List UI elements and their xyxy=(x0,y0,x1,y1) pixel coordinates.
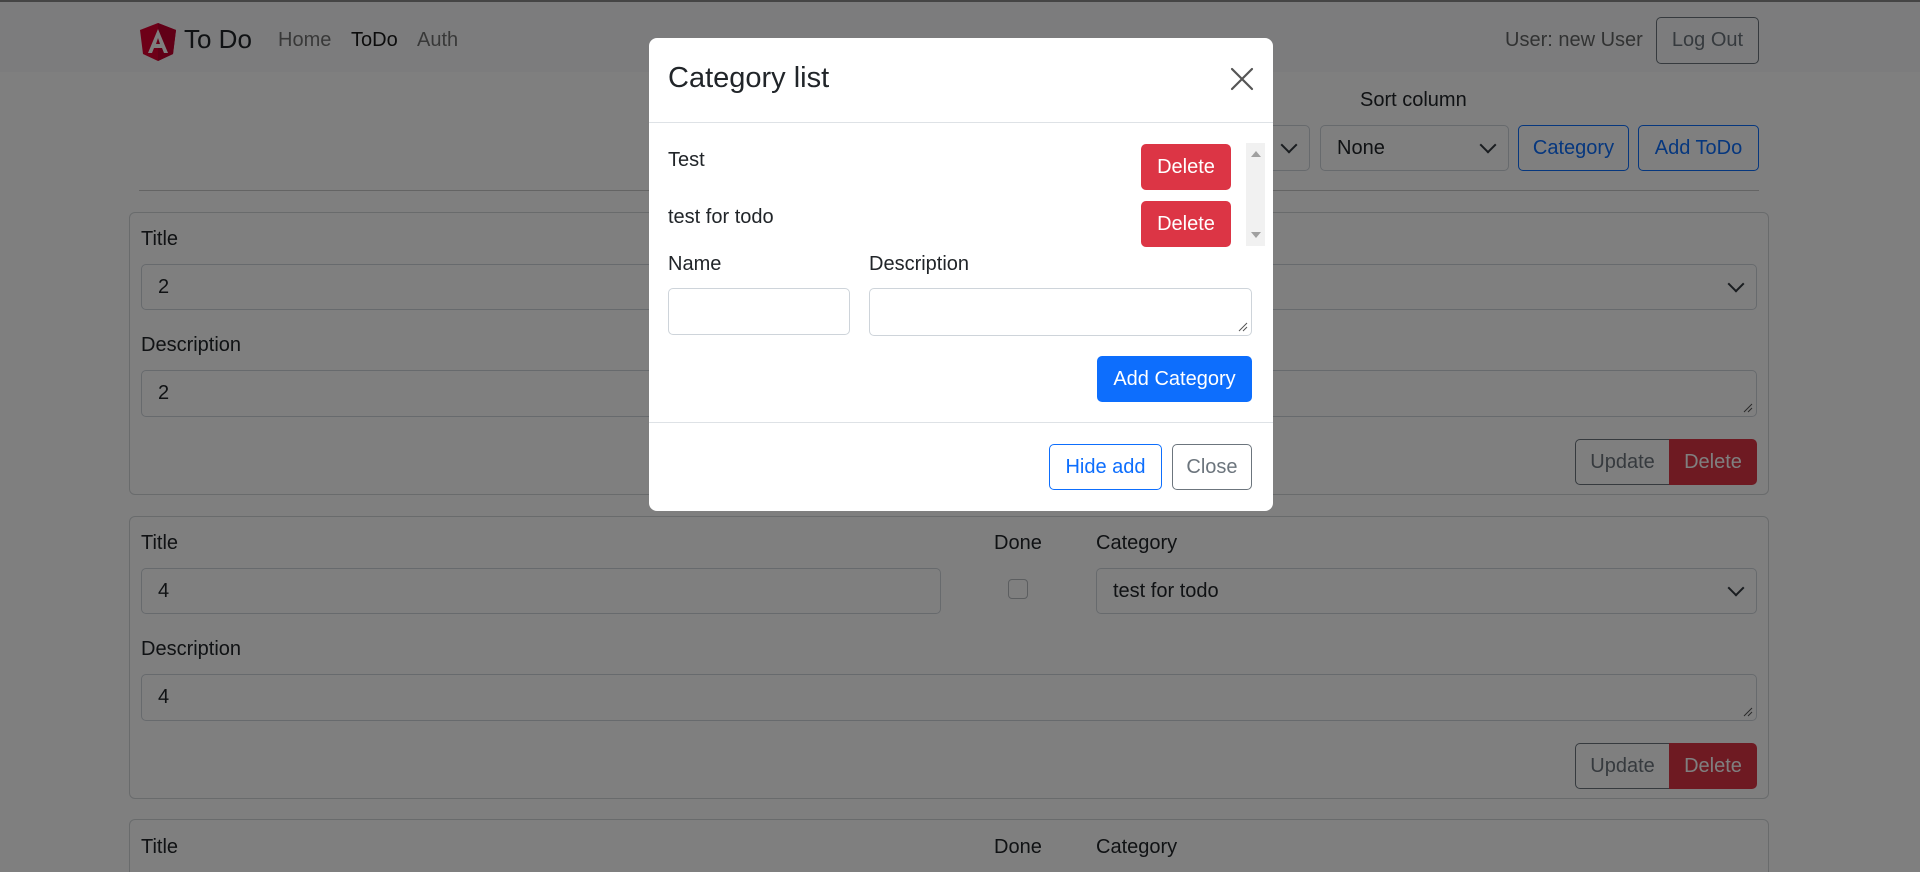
name-label: Name xyxy=(668,253,722,275)
hide-add-button[interactable]: Hide add xyxy=(1049,444,1162,490)
category-list-modal: Category list Test Delete test for todo … xyxy=(649,38,1273,511)
category-description-textarea[interactable] xyxy=(869,288,1252,336)
modal-footer-divider xyxy=(649,422,1273,423)
description-label: Description xyxy=(869,253,970,275)
category-name-input[interactable] xyxy=(668,288,850,335)
add-category-button[interactable]: Add Category xyxy=(1097,356,1252,402)
delete-category-button[interactable]: Delete xyxy=(1141,144,1231,190)
modal-title: Category list xyxy=(668,62,830,94)
close-button[interactable]: Close xyxy=(1172,444,1252,490)
close-icon[interactable] xyxy=(1229,66,1255,92)
category-name: Test xyxy=(668,149,705,171)
category-name: test for todo xyxy=(668,206,774,228)
resize-grip-icon[interactable] xyxy=(1238,322,1248,332)
scroll-down-icon[interactable] xyxy=(1251,232,1261,238)
modal-header-divider xyxy=(649,122,1273,123)
delete-category-button[interactable]: Delete xyxy=(1141,201,1231,247)
scroll-up-icon[interactable] xyxy=(1251,151,1261,157)
category-list-scrollbar[interactable] xyxy=(1246,143,1265,246)
